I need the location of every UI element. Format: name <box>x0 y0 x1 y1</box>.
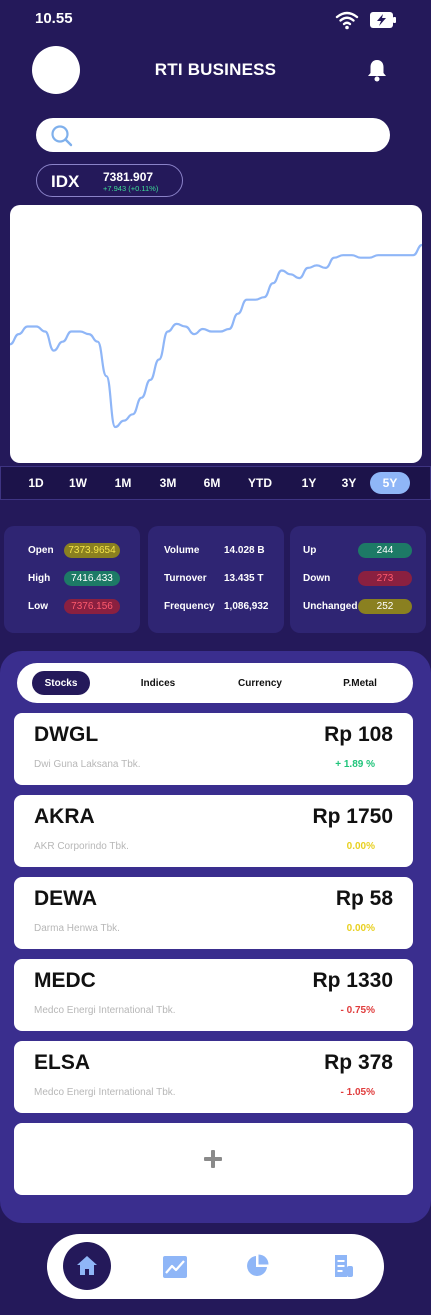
tab-currency[interactable]: Currency <box>225 671 295 695</box>
stock-change: - 1.05% <box>340 1087 375 1098</box>
stock-card-dwgl[interactable]: DWGL Rp 108 Dwi Guna Laksana Tbk. + 1.89 % <box>14 713 413 785</box>
search-input[interactable] <box>82 124 372 146</box>
stat-value-low: 7376.156 <box>64 599 120 614</box>
stat-label-low: Low <box>28 601 48 612</box>
stat-value-high: 7416.433 <box>64 571 120 586</box>
nav-reports[interactable] <box>319 1234 369 1299</box>
range-tab-ytd[interactable]: YTD <box>241 472 279 494</box>
stock-price: Rp 1750 <box>312 805 393 828</box>
stat-label-unchanged: Unchanged <box>303 601 358 612</box>
stat-label-frequency: Frequency <box>164 601 215 612</box>
search-bar[interactable] <box>36 118 390 152</box>
stat-value-up: 244 <box>358 543 412 558</box>
range-tab-5y[interactable]: 5Y <box>370 472 410 494</box>
stock-price: Rp 108 <box>324 723 393 746</box>
stock-card-medc[interactable]: MEDC Rp 1330 Medco Energi International Tb… <box>14 959 413 1031</box>
stock-price: Rp 378 <box>324 1051 393 1074</box>
avatar[interactable] <box>32 46 80 94</box>
stat-value-frequency: 1,086,932 <box>224 601 269 612</box>
stock-card-akra[interactable]: AKRA Rp 1750 AKR Corporindo Tbk. 0.00% <box>14 795 413 867</box>
stock-name: Darma Henwa Tbk. <box>34 923 120 934</box>
stock-ticker: DEWA <box>34 887 97 910</box>
breadth-stats-card: Up 244 Down 273 Unchanged 252 <box>290 526 426 633</box>
price-stats-card: Open 7373.9654 High 7416.433 Low 7376.156 <box>4 526 140 633</box>
status-bar: 10.55 <box>0 0 431 40</box>
stock-price: Rp 1330 <box>312 969 393 992</box>
pie-chart-icon <box>247 1254 269 1276</box>
stock-name: Dwi Guna Laksana Tbk. <box>34 759 141 770</box>
nav-home[interactable] <box>47 1234 127 1299</box>
stock-name: AKR Corporindo Tbk. <box>34 841 129 852</box>
stat-label-up: Up <box>303 545 317 556</box>
stock-name: Medco Energi International Tbk. <box>34 1005 176 1016</box>
chart-series-line <box>10 243 422 429</box>
app-title: RTI BUSINESS <box>154 60 277 79</box>
bell-icon[interactable] <box>364 57 390 83</box>
wifi-icon <box>335 11 359 30</box>
stock-ticker: ELSA <box>34 1051 91 1074</box>
status-time: 10.55 <box>35 10 73 27</box>
stat-label-volume: Volume <box>164 545 200 556</box>
stat-label-open: Open <box>28 545 54 556</box>
range-tab-1d[interactable]: 1D <box>23 472 49 494</box>
index-chart[interactable] <box>10 205 422 463</box>
stock-ticker: MEDC <box>34 969 96 992</box>
stock-card-elsa[interactable]: ELSA Rp 378 Medco Energi International Tbk… <box>14 1041 413 1113</box>
document-icon <box>335 1255 353 1277</box>
stat-value-unchanged: 252 <box>358 599 412 614</box>
bottom-nav <box>47 1234 384 1299</box>
range-tab-3m[interactable]: 3M <box>151 472 185 494</box>
stock-ticker: DWGL <box>34 723 99 746</box>
add-stock-button[interactable] <box>14 1123 413 1195</box>
range-selector: 1D 1W 1M 3M 6M YTD 1Y 3Y 5Y <box>0 466 431 500</box>
range-tab-3y[interactable]: 3Y <box>334 472 364 494</box>
market-tabs: Stocks Indices Currency P.Metal <box>17 663 413 703</box>
stock-price: Rp 58 <box>335 887 393 910</box>
plus-icon <box>204 1150 222 1168</box>
range-tab-1w[interactable]: 1W <box>63 472 93 494</box>
stat-value-volume: 14.028 B <box>224 545 265 556</box>
tab-indices[interactable]: Indices <box>125 671 191 695</box>
index-name: IDX <box>51 172 80 191</box>
stat-label-down: Down <box>303 573 331 584</box>
battery-charging-icon <box>370 12 396 28</box>
stat-label-high: High <box>28 573 51 584</box>
tab-p-metal[interactable]: P.Metal <box>335 671 385 695</box>
stat-value-open: 7373.9654 <box>64 543 120 558</box>
stock-name: Medco Energi International Tbk. <box>34 1087 176 1098</box>
stock-card-dewa[interactable]: DEWA Rp 58 Darma Henwa Tbk. 0.00% <box>14 877 413 949</box>
stat-label-turnover: Turnover <box>164 573 207 584</box>
stock-change: - 0.75% <box>340 1005 375 1016</box>
range-tab-1y[interactable]: 1Y <box>294 472 324 494</box>
stat-value-down: 273 <box>358 571 412 586</box>
chart-plot <box>10 243 422 429</box>
tab-stocks[interactable]: Stocks <box>32 671 90 695</box>
chart-icon <box>163 1256 187 1278</box>
stock-change: 0.00% <box>346 841 375 852</box>
stock-ticker: AKRA <box>34 805 95 828</box>
range-tab-6m[interactable]: 6M <box>195 472 229 494</box>
stock-change: 0.00% <box>346 923 375 934</box>
range-tab-1m[interactable]: 1M <box>108 472 138 494</box>
nav-portfolio[interactable] <box>232 1234 282 1299</box>
stat-value-turnover: 13.435 T <box>224 573 264 584</box>
index-change: +7.943 (+0.11%) <box>103 184 159 193</box>
index-summary[interactable]: IDX 7381.907 +7.943 (+0.11%) <box>36 164 183 197</box>
nav-market[interactable] <box>150 1234 200 1299</box>
search-icon <box>51 125 73 147</box>
stock-change: + 1.89 % <box>335 759 375 770</box>
index-value: 7381.907 <box>103 170 154 184</box>
home-icon <box>77 1256 97 1275</box>
volume-stats-card: Volume 14.028 B Turnover 13.435 T Frequency 1… <box>148 526 284 633</box>
